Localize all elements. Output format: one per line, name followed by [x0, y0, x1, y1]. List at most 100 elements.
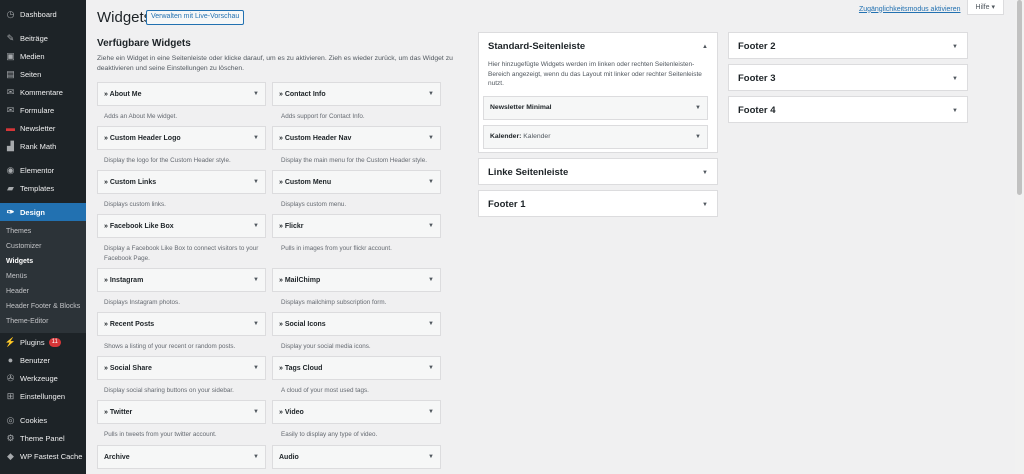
widget-contact-info[interactable]: » Contact Info ▼ [272, 82, 441, 106]
media-icon: ▣ [6, 50, 15, 61]
widget-recent-posts[interactable]: » Recent Posts ▼ [97, 312, 266, 336]
chevron-down-icon: ▼ [702, 169, 708, 176]
chevron-down-icon: ▼ [428, 179, 434, 185]
widget-description: Displays mailchimp subscription form. [281, 299, 387, 306]
submenu-header[interactable]: Header [0, 284, 86, 299]
chevron-down-icon: ▼ [428, 409, 434, 415]
submenu-theme-editor[interactable]: Theme-Editor [0, 314, 86, 329]
menu-wpfastestcache[interactable]: ◆ WP Fastest Cache [0, 447, 86, 465]
widget-description: A cloud of your most used tags. [281, 387, 369, 394]
menu-kommentare[interactable]: ✉ Kommentare [0, 83, 86, 101]
menu-themepanel[interactable]: ⚙ Theme Panel [0, 429, 86, 447]
chevron-down-icon: ▼ [253, 454, 259, 460]
submenu-header-footer[interactable]: Header Footer & Blocks [0, 299, 86, 314]
widget-social-share[interactable]: » Social Share ▼ [97, 356, 266, 380]
menu-einstellungen[interactable]: ⊞ Einstellungen [0, 387, 86, 405]
chart-icon: ▟ [7, 140, 14, 151]
widget-audio[interactable]: Audio ▼ [272, 445, 441, 469]
submenu-widgets[interactable]: Widgets [0, 254, 86, 269]
submenu-customizer[interactable]: Customizer [0, 239, 86, 254]
menu-medien[interactable]: ▣ Medien [0, 47, 86, 65]
screen-meta-links: Zugänglichkeitsmodus aktivieren Hilfe ▾ [859, 0, 1004, 15]
chevron-down-icon: ▼ [253, 179, 259, 185]
widget-description: Pulls in tweets from your twitter accoun… [104, 431, 217, 438]
widget-description: Pulls in images from your flickr account… [281, 245, 392, 252]
page-icon: ▤ [6, 68, 15, 79]
submenu-menus[interactable]: Menüs [0, 269, 86, 284]
plugins-update-badge: 11 [48, 337, 61, 347]
chevron-down-icon: ▼ [428, 223, 434, 229]
widget-description: Display the main menu for the Custom Hea… [281, 157, 427, 164]
chevron-down-icon: ▼ [253, 409, 259, 415]
widget-description: Adds an About Me widget. [104, 113, 178, 120]
chevron-down-icon: ▼ [253, 321, 259, 327]
menu-dashboard[interactable]: ◷ Dashboard [0, 5, 86, 23]
comment-icon: ✉ [6, 86, 15, 97]
widget-description: Display the logo for the Custom Header s… [104, 157, 231, 164]
chevron-down-icon: ▼ [952, 75, 958, 82]
gear-icon: ⚙ [6, 432, 15, 443]
widget-custom-header-logo[interactable]: » Custom Header Logo ▼ [97, 126, 266, 150]
menu-formulare[interactable]: ✉ Formulare [0, 101, 86, 119]
area-footer-3[interactable]: Footer 3 ▼ [728, 64, 968, 91]
area-footer-4[interactable]: Footer 4 ▼ [728, 96, 968, 123]
widget-instagram[interactable]: » Instagram ▼ [97, 268, 266, 292]
folder-icon: ▰ [7, 182, 14, 193]
chevron-down-icon: ▼ [253, 223, 259, 229]
widget-archive[interactable]: Archive ▼ [97, 445, 266, 469]
accessibility-mode-link[interactable]: Zugänglichkeitsmodus aktivieren [859, 3, 961, 13]
widget-facebook-like-box[interactable]: » Facebook Like Box ▼ [97, 214, 266, 238]
chevron-down-icon: ▼ [702, 201, 708, 208]
menu-elementor[interactable]: ◉ Elementor [0, 161, 86, 179]
widget-description: Display social sharing buttons on your s… [104, 387, 234, 394]
widget-custom-links[interactable]: » Custom Links ▼ [97, 170, 266, 194]
chevron-down-icon: ▼ [253, 365, 259, 371]
widget-description: Display your social media icons. [281, 343, 371, 350]
menu-design[interactable]: ✑ Design [0, 203, 86, 221]
menu-seiten[interactable]: ▤ Seiten [0, 65, 86, 83]
dashboard-icon: ◷ [6, 8, 15, 19]
widget-description: Displays custom links. [104, 201, 166, 208]
form-icon: ✉ [6, 104, 15, 115]
chevron-down-icon: ▼ [952, 43, 958, 50]
scrollbar-thumb[interactable] [1017, 0, 1022, 195]
widget-tags-cloud[interactable]: » Tags Cloud ▼ [272, 356, 441, 380]
menu-benutzer[interactable]: ● Benutzer [0, 351, 86, 369]
submenu-themes[interactable]: Themes [0, 224, 86, 239]
area-footer-1[interactable]: Footer 1 ▼ [478, 190, 718, 217]
live-preview-button[interactable]: Verwalten mit Live-Vorschau [146, 10, 245, 25]
menu-cookies[interactable]: ◎ Cookies [0, 411, 86, 429]
menu-newsletter[interactable]: ▬ Newsletter [0, 119, 86, 137]
chevron-down-icon: ▼ [253, 135, 259, 141]
chevron-down-icon: ▼ [695, 133, 701, 140]
sidebar-widget-kalender[interactable]: Kalender: Kalender ▼ [483, 124, 708, 149]
sidebar-widget-newsletter-minimal[interactable]: Newsletter Minimal ▼ [483, 95, 708, 120]
menu-rankmath[interactable]: ▟ Rank Math [0, 137, 86, 155]
area-standard-sidebar: Standard-Seitenleiste ▲ Hier hinzugefügt… [478, 32, 718, 153]
widget-mailchimp[interactable]: » MailChimp ▼ [272, 268, 441, 292]
widget-video[interactable]: » Video ▼ [272, 400, 441, 424]
area-header[interactable]: Standard-Seitenleiste ▲ [479, 33, 717, 60]
area-left-sidebar[interactable]: Linke Seitenleiste ▼ [478, 158, 718, 185]
area-footer-2[interactable]: Footer 2 ▼ [728, 32, 968, 59]
menu-plugins[interactable]: ⚡ Plugins 11 [0, 333, 86, 351]
menu-templates[interactable]: ▰ Templates [0, 179, 86, 197]
help-button[interactable]: Hilfe ▾ [966, 0, 1004, 15]
widget-flickr[interactable]: » Flickr ▼ [272, 214, 441, 238]
menu-beitraege[interactable]: ✎ Beiträge [0, 29, 86, 47]
widget-twitter[interactable]: » Twitter ▼ [97, 400, 266, 424]
widget-custom-menu[interactable]: » Custom Menu ▼ [272, 170, 441, 194]
chevron-up-icon[interactable]: ▲ [702, 44, 708, 50]
chevron-down-icon: ▼ [428, 91, 434, 97]
admin-sidebar: ◷ Dashboard ✎ Beiträge ▣ Medien ▤ Seiten ✉ Ko… [0, 0, 86, 474]
widget-custom-header-nav[interactable]: » Custom Header Nav ▼ [272, 126, 441, 150]
menu-werkzeuge[interactable]: ✇ Werkzeuge [0, 369, 86, 387]
available-widgets-heading: Verfügbare Widgets [97, 38, 191, 49]
widget-social-icons[interactable]: » Social Icons ▼ [272, 312, 441, 336]
chevron-down-icon: ▼ [952, 107, 958, 114]
design-submenu: Themes Customizer Widgets Menüs Header H… [0, 221, 86, 333]
chevron-down-icon: ▼ [428, 321, 434, 327]
widget-about-me[interactable]: » About Me ▼ [97, 82, 266, 106]
chevron-down-icon: ▼ [253, 91, 259, 97]
chevron-down-icon: ▼ [428, 135, 434, 141]
